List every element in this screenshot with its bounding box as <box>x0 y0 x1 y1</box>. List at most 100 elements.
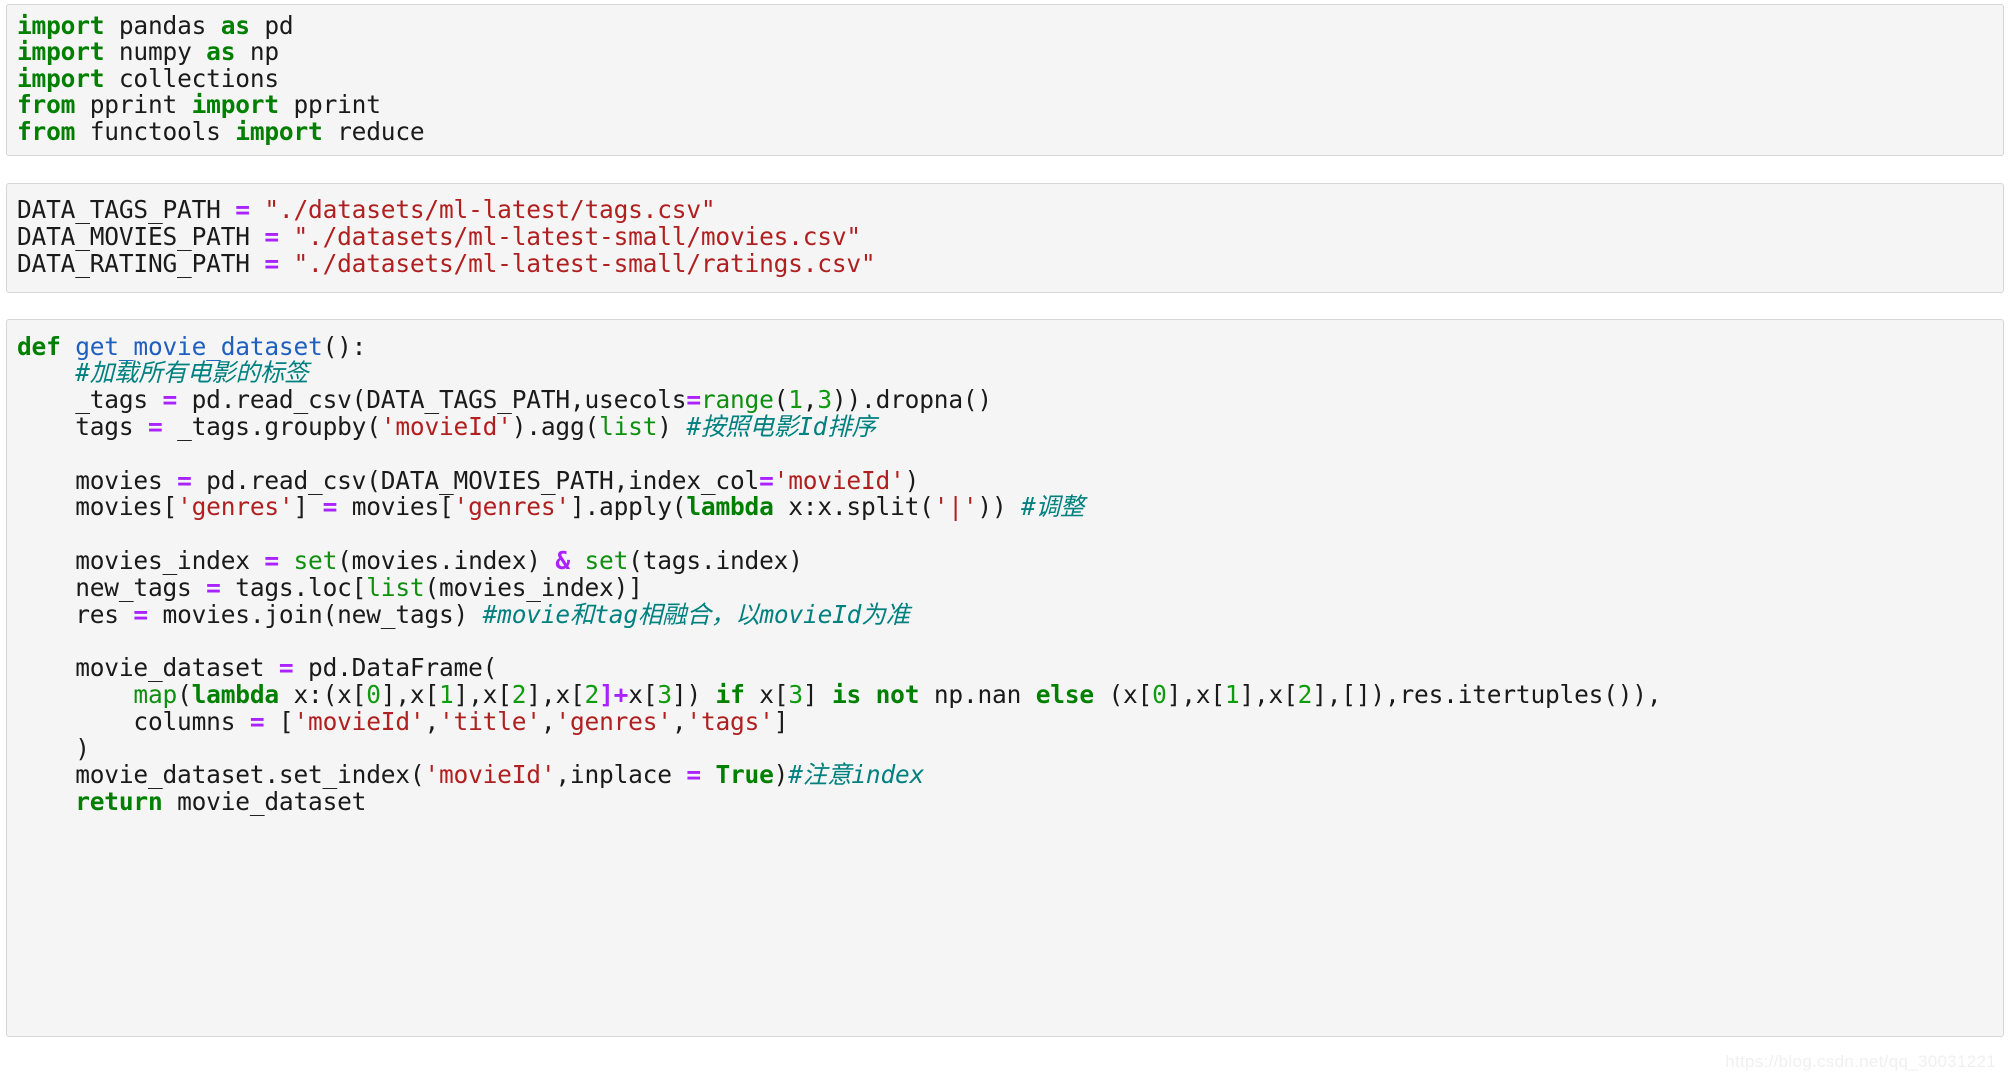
lambda-body: x:(x[ <box>278 680 367 709</box>
builtin-set: set <box>569 546 629 576</box>
condition: x[ <box>744 680 789 709</box>
assign-operator: = <box>264 546 279 576</box>
comment-adjust: #调整 <box>1021 492 1085 522</box>
code-block-function-definition: def get_movie_dataset(): #加载所有电影的标签 _tag… <box>6 318 2004 1037</box>
string-movieid: 'movieId' <box>773 465 905 495</box>
call-split: x:x.split( <box>773 492 934 522</box>
else-expr: ],x[ <box>1239 680 1298 709</box>
number-3: 3 <box>817 385 832 415</box>
loc-arg: (movies_index)] <box>424 572 643 602</box>
subscript-movies: movies[ <box>75 492 178 522</box>
assign-operator: = <box>133 599 148 629</box>
assign-operator: = <box>206 572 221 602</box>
variable-movies: movies <box>75 465 178 495</box>
function-name: get_movie_dataset <box>60 331 323 361</box>
call-loc: tags.loc[ <box>220 572 367 602</box>
builtin-list: list <box>366 572 425 602</box>
keyword-import: import <box>17 37 105 67</box>
np-nan: np.nan <box>919 680 1036 709</box>
assign-operator: = <box>147 412 163 442</box>
code-block-path-constants: DATA_TAGS_PATH = "./datasets/ml-latest/t… <box>6 183 2004 293</box>
code-line: _tags = pd.read_csv(DATA_TAGS_PATH,useco… <box>17 385 1989 415</box>
string-movieid: 'movieId' <box>293 706 425 736</box>
builtin-list: list <box>599 412 658 442</box>
condition: ] <box>802 680 832 709</box>
assign-operator: = <box>264 222 279 252</box>
code-line: columns = ['movieId','title','genres','t… <box>17 706 1989 736</box>
paren: )) <box>977 492 1022 522</box>
assign-operator: = <box>278 653 294 683</box>
keyword-from: from <box>17 90 76 120</box>
builtin-set: set <box>278 546 338 576</box>
keyword-if: if <box>715 680 745 709</box>
bracket: ] <box>773 706 789 736</box>
else-expr: (x[ <box>1093 680 1153 709</box>
bracket: ] <box>293 492 323 522</box>
number-2: 2 <box>1297 680 1313 709</box>
comment-merge-movie-tag: #movie和tag相融合，以movieId为准 <box>482 599 910 629</box>
code-line: map(lambda x:(x[0],x[1],x[2],x[2]+x[3]) … <box>17 680 1989 709</box>
else-expr: ],x[ <box>1166 680 1225 709</box>
bracket: [ <box>264 706 294 736</box>
call-itertuples: ],[]),res.itertuples()), <box>1312 680 1662 709</box>
number-2: 2 <box>584 680 600 709</box>
code-line: ) <box>17 733 1989 763</box>
string-movies-path: "./datasets/ml-latest-small/movies.csv" <box>278 222 861 252</box>
assign-operator: = <box>759 465 774 495</box>
number-2: 2 <box>511 680 527 709</box>
string-tags: 'tags' <box>686 706 774 736</box>
lambda-body: ],x[ <box>380 680 440 709</box>
string-genres: 'genres' <box>177 492 294 522</box>
call-read-csv: pd.read_csv(DATA_TAGS_PATH,usecols <box>177 385 687 415</box>
code-line: res = movies.join(new_tags) #movie和tag相融… <box>17 599 1989 629</box>
keyword-lambda: lambda <box>191 680 280 709</box>
call-dataframe: pd.DataFrame( <box>293 653 498 683</box>
code-line: movies = pd.read_csv(DATA_MOVIES_PATH,in… <box>17 465 1989 495</box>
number-3: 3 <box>657 680 672 709</box>
assign-operator: = <box>249 706 265 736</box>
number-0: 0 <box>1152 680 1167 709</box>
code-block-imports: import pandas as pd import numpy as np i… <box>6 4 2004 157</box>
string-movieid: 'movieId' <box>424 760 556 790</box>
paren: ( <box>177 680 192 709</box>
code-line: from pprint import pprint <box>17 92 1989 118</box>
code-line: movies['genres'] = movies['genres'].appl… <box>17 494 1989 521</box>
comment-note-index: #注意index <box>788 760 925 790</box>
number-0: 0 <box>366 680 381 709</box>
keyword-from: from <box>17 116 76 146</box>
string-movieid: 'movieId' <box>380 412 512 442</box>
plus-operator: ]+ <box>599 680 629 709</box>
code-line: DATA_RATING_PATH = "./datasets/ml-latest… <box>17 250 1989 277</box>
keyword-def: def <box>17 331 61 361</box>
module-name: pprint <box>75 90 192 120</box>
code-line: def get_movie_dataset(): <box>17 331 1989 361</box>
code-line: import pandas as pd <box>17 11 1989 40</box>
module-name: functools <box>75 116 236 146</box>
lambda-body: ],x[ <box>526 680 585 709</box>
module-alias: pd <box>249 11 294 40</box>
variable-res: res <box>75 599 134 629</box>
lambda-body: x[ <box>628 680 658 709</box>
comma: , <box>802 385 818 415</box>
module-name: pandas <box>104 11 221 40</box>
code-screenshot-page: import pandas as pd import numpy as np i… <box>0 4 2010 1086</box>
lambda-body: ],x[ <box>453 680 512 709</box>
keyword-else: else <box>1035 680 1094 709</box>
paren: ( <box>773 385 789 415</box>
keyword-import: import <box>17 11 105 40</box>
code-line: movies_index = set(movies.index) & set(t… <box>17 546 1989 576</box>
number-1: 1 <box>1224 680 1240 709</box>
imported-name: pprint <box>278 90 381 120</box>
closing-paren: ) <box>75 733 90 763</box>
number-1: 1 <box>788 385 803 415</box>
paren: ) <box>657 412 687 442</box>
string-genres: 'genres' <box>555 706 672 736</box>
keyword-is-not: is not <box>831 680 920 709</box>
